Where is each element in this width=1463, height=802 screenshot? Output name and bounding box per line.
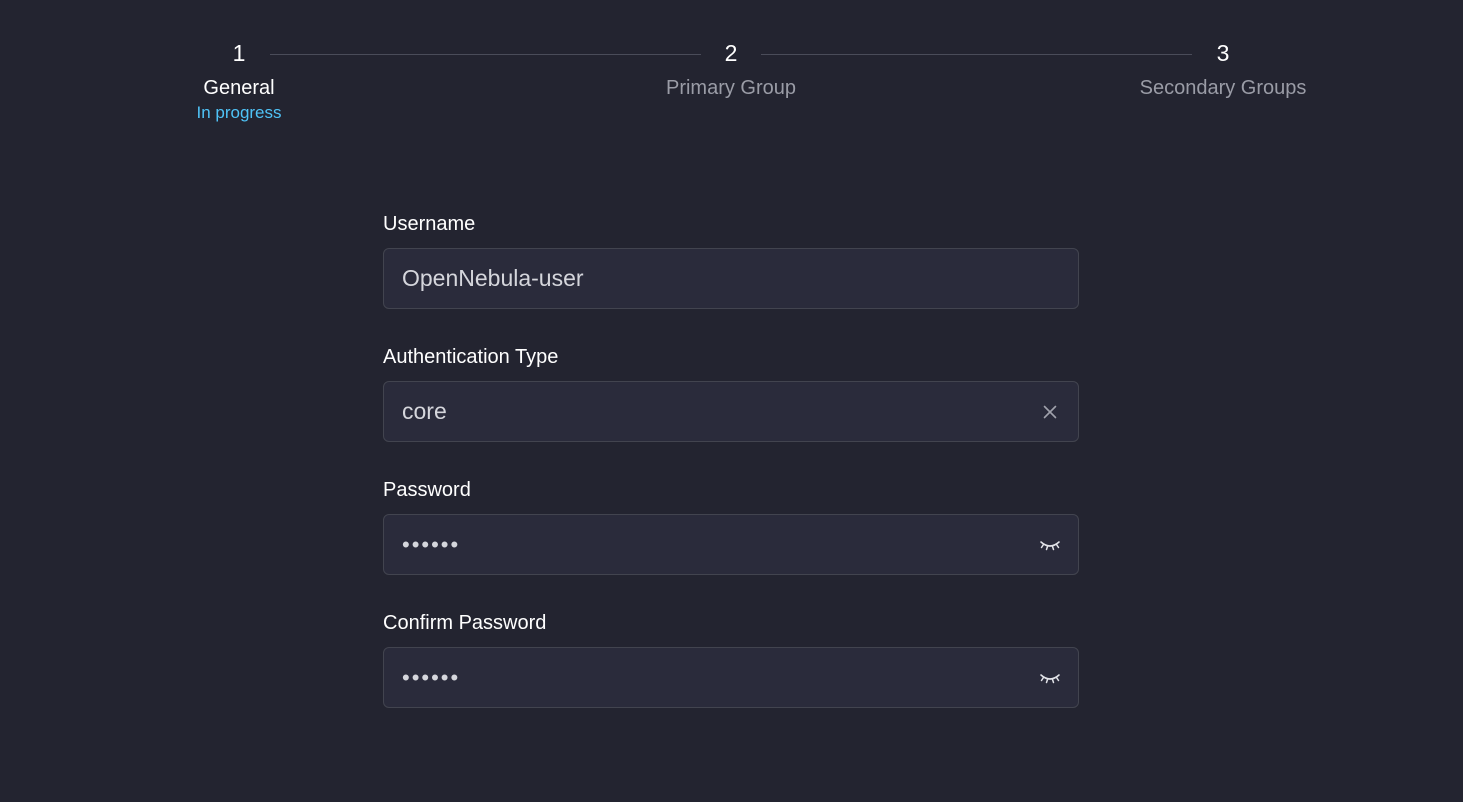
step-number: 3 (1216, 40, 1230, 66)
confirm-password-value: •••••• (402, 664, 461, 690)
username-field: Username OpenNebula-user (383, 210, 1079, 309)
create-user-page: 1 General In progress 2 Primary Group 3 … (0, 0, 1463, 802)
step-label: General (203, 77, 275, 99)
stepper: 1 General In progress 2 Primary Group 3 … (0, 0, 1463, 140)
auth-type-field: Authentication Type core (383, 343, 1079, 442)
step-label: Secondary Groups (1139, 77, 1307, 99)
step-status: In progress (196, 103, 282, 122)
close-icon[interactable] (1036, 398, 1064, 426)
username-value: OpenNebula-user (402, 265, 584, 291)
auth-type-select[interactable]: core (383, 381, 1079, 442)
username-label: Username (383, 213, 476, 235)
auth-type-label: Authentication Type (383, 346, 559, 368)
confirm-password-input[interactable]: •••••• (383, 647, 1079, 708)
eye-closed-icon[interactable] (1036, 664, 1064, 692)
general-form: Username OpenNebula-user Authentication … (383, 210, 1079, 742)
password-value: •••••• (402, 531, 461, 557)
eye-closed-icon[interactable] (1036, 531, 1064, 559)
step-label: Primary Group (665, 77, 797, 99)
auth-type-value: core (402, 398, 447, 424)
confirm-password-label: Confirm Password (383, 612, 547, 634)
step-secondary-groups[interactable]: 3 Secondary Groups (1103, 38, 1343, 100)
step-primary-group[interactable]: 2 Primary Group (611, 38, 851, 100)
password-input[interactable]: •••••• (383, 514, 1079, 575)
step-general[interactable]: 1 General In progress (119, 38, 359, 123)
step-number: 1 (232, 40, 246, 66)
step-number: 2 (724, 40, 738, 66)
password-label: Password (383, 479, 471, 501)
password-field: Password •••••• (383, 476, 1079, 575)
username-input[interactable]: OpenNebula-user (383, 248, 1079, 309)
confirm-password-field: Confirm Password •••••• (383, 609, 1079, 708)
